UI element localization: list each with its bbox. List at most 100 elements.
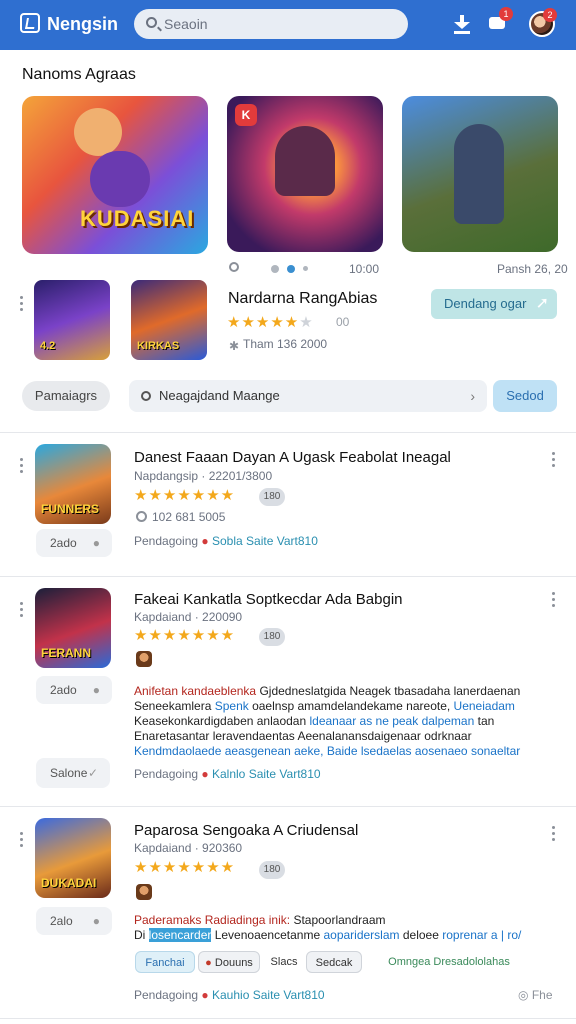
tag-lead: Pendagoing [134, 534, 199, 548]
divider [0, 432, 576, 433]
chip-d[interactable]: Sedcak [306, 951, 362, 973]
tag-a[interactable]: Kalnlo [212, 767, 245, 781]
pick-icon-label-2: KIRKAS [137, 340, 180, 352]
side-button-2[interactable]: Salone ✓ [36, 758, 110, 788]
chip-e[interactable]: Omngea Dresadololahas [378, 951, 520, 973]
app-name: Nengsin [47, 14, 119, 34]
desc-line1: Gjdedneslatgida Neagek tbasadaha lanerda… [256, 684, 521, 698]
search-input[interactable] [164, 15, 394, 33]
chip-c[interactable]: Slacs [264, 951, 304, 973]
featured-card-1[interactable]: KUDASIAI [22, 96, 208, 254]
download-circle-icon: ● [92, 914, 100, 928]
rating-stars: ★★★★★★★ [134, 859, 236, 876]
desc-line2-pre: Di [134, 928, 149, 942]
gear-icon: ✱ [229, 339, 240, 353]
tag-lead: Pendagoing [134, 988, 199, 1002]
app-tags: Pendagoing ● Kalnlo Saite Vart810 [134, 767, 321, 781]
tag-b[interactable]: Saite [246, 534, 273, 548]
pick-app-icon-2[interactable]: KIRKAS [131, 280, 207, 360]
featured-card-3[interactable] [402, 96, 558, 252]
shield-icon: ● [205, 957, 212, 969]
chevron-right-icon: › [470, 388, 475, 404]
carousel-left-meta: 10:00 [349, 262, 380, 276]
tag-c[interactable]: Vart810 [283, 988, 324, 1002]
app-stats: 102 681 5005 [152, 510, 226, 524]
tag-lead: Pendagoing [134, 767, 199, 781]
more-options-icon[interactable] [20, 602, 24, 620]
chip-a[interactable]: Fanchai [135, 951, 195, 973]
featured-card-2[interactable]: K [227, 96, 383, 252]
developer-avatar [136, 651, 152, 667]
pick-action-label: Dendang ogar [444, 296, 527, 311]
app-description: Paderamaks Radiadinga inik: Stapoorlandr… [134, 913, 534, 943]
divider [0, 806, 576, 807]
featured-title-art: KUDASIAI [80, 206, 195, 231]
notifications-icon[interactable]: 1 [485, 7, 513, 37]
tag-b[interactable]: Saite [249, 767, 276, 781]
clock-icon [136, 511, 147, 522]
desc-line3-b: tan [474, 714, 495, 728]
desc-line2-b: deloee [399, 928, 443, 942]
app-developer: Kapdaiand · 220090 [134, 610, 243, 624]
app-title[interactable]: Paparosa Sengoaka A Criudensal [134, 822, 358, 839]
desc-line2-link[interactable]: Spenk [215, 699, 249, 713]
app-tags: Pendagoing ● Kauhio Saite Vart810 [134, 988, 325, 1002]
pick-score: 00 [336, 315, 350, 329]
side-button[interactable]: 2ado ● [36, 529, 112, 557]
app-title[interactable]: Fakeai Kankatla Soptkecdar Ada Babgin [134, 591, 403, 608]
app-developer: Napdangsip · 22201/3800 [134, 469, 273, 483]
pick-rating-stars: ★★★★★★ [227, 314, 314, 331]
carousel-right-meta: Pansh 26, 20 [497, 262, 568, 276]
search-icon [146, 17, 157, 28]
app-logo-icon[interactable] [20, 13, 40, 33]
chip-b[interactable]: ● Douuns [198, 951, 260, 973]
app-icon[interactable]: FUNNERS [35, 444, 111, 524]
desc-line2-link2[interactable]: Ueneiadam [454, 699, 515, 713]
section-title: Nanoms Agraas [22, 66, 136, 83]
desc-line1-head: Paderamaks Radiadinga [134, 913, 266, 927]
overflow-icon[interactable] [552, 592, 556, 610]
select-button[interactable]: Sedod [493, 380, 557, 412]
check-circle-icon: ◎ [518, 988, 529, 1002]
desc-line2-link[interactable]: aopariderslam [323, 928, 399, 942]
carousel-dot-2[interactable] [287, 265, 295, 273]
desc-line2: Levenoaencetanme [211, 928, 324, 942]
avatar-badge: 2 [543, 8, 557, 22]
character-body-art [90, 151, 150, 207]
filter-bar[interactable]: Neagajdand Maange › [129, 380, 487, 412]
rating-stars: ★★★★★★★ [134, 627, 236, 644]
pick-app-icon-1[interactable]: 4.2 [34, 280, 110, 360]
desc-line3-link[interactable]: ldeanaar as ne peak dalpeman [309, 714, 474, 728]
overflow-icon[interactable] [552, 452, 556, 470]
tag-a[interactable]: Sobla [212, 534, 243, 548]
tag-b[interactable]: Saite [253, 988, 280, 1002]
footer-badge[interactable]: ◎ Fhe [518, 988, 553, 1002]
app-icon-label: DUKADAI [41, 876, 97, 890]
desc-line2-link2[interactable]: roprenar a | ro/ [442, 928, 521, 942]
more-options-icon[interactable] [20, 832, 24, 850]
dot-icon: ● [201, 767, 209, 781]
category-button[interactable]: Pamaiagrs [22, 381, 110, 411]
app-title[interactable]: Danest Faaan Dayan A Ugask Feabolat Inea… [134, 449, 451, 466]
search-box[interactable] [134, 9, 408, 39]
tag-c[interactable]: Vart810 [277, 534, 318, 548]
desc-line4: Enaretasantar leravendaentas Aeenalanans… [134, 729, 472, 743]
more-options-icon[interactable] [20, 296, 24, 314]
carousel-dot-3[interactable] [303, 266, 308, 271]
desc-line1-b: inik: [265, 913, 294, 927]
desc-line5-link[interactable]: Kendmdaolaede aeasgenean aeke, Baide lse… [134, 744, 534, 759]
app-icon[interactable]: DUKADAI [35, 818, 111, 898]
villain-art [275, 126, 335, 196]
side-button[interactable]: 2ado ● [36, 676, 112, 704]
tag-a[interactable]: Kauhio [212, 988, 249, 1002]
pick-title: Nardarna RangAbias [228, 290, 378, 307]
more-options-icon[interactable] [20, 458, 24, 476]
pick-action-button[interactable]: Dendang ogar ➚ [431, 289, 557, 319]
download-icon[interactable] [449, 11, 475, 37]
overflow-icon[interactable] [552, 826, 556, 844]
tag-c[interactable]: Vart810 [279, 767, 320, 781]
app-icon[interactable]: FERANN [35, 588, 111, 668]
carousel-dot-1[interactable] [271, 265, 279, 273]
clock-icon [229, 262, 239, 272]
side-button[interactable]: 2alo ● [36, 907, 112, 935]
